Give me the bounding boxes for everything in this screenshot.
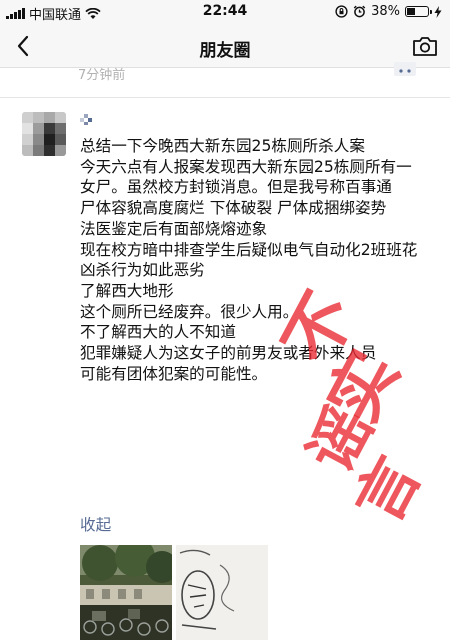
post-line: 总结一下今晚西大新东园25栋厕所杀人案 [80, 137, 365, 155]
divider [0, 97, 450, 98]
post-line: 了解西大地形 [80, 281, 174, 300]
post-line: 这个厕所已经废弃。很少人用。 [80, 302, 299, 321]
status-bar: 中国联通 22:44 38% [0, 0, 450, 24]
orientation-lock-icon [335, 5, 348, 18]
avatar[interactable] [22, 112, 66, 156]
battery-icon [405, 6, 432, 17]
nav-bar: 朋友圈 [0, 24, 450, 68]
nickname-mosaic[interactable] [78, 110, 98, 128]
collapse-link[interactable]: 收起 [80, 513, 111, 535]
post-line: 犯罪嫌疑人为这女子的前男友或者外来人员 [80, 344, 377, 363]
post-line: 尸体容貌高度腐烂 下体破裂 尸体成捆绑姿势 [80, 199, 387, 218]
post-line: 凶杀行为如此恶劣 [80, 261, 205, 280]
battery-percent: 38% [371, 4, 400, 19]
previous-post: 7分钟前 [0, 62, 450, 98]
charging-icon [434, 5, 442, 18]
post-line: 法医鉴定后有面部烧熔迹象 [80, 219, 268, 238]
post-text: 总结一下今晚西大新东园25栋厕所杀人案今天六点有人报案发现西大新东园25栋厕所有… [80, 136, 425, 384]
post-line: 不了解西大的人不知道 [80, 323, 236, 342]
page-title: 朋友圈 [199, 41, 251, 61]
alarm-icon [353, 5, 366, 18]
post-line: 现在校方暗中排查学生后疑似电气自动化2班班花 [80, 240, 418, 259]
post-line: 今天六点有人报案发现西大新东园25栋厕所有一女尸。虽然校方封锁消息。但是我号称百… [80, 157, 412, 197]
status-right: 38% [335, 4, 442, 19]
post-line: 可能有团体犯案的可能性。 [80, 364, 268, 383]
post-image-campus[interactable] [80, 545, 172, 640]
post-image-handwriting[interactable] [176, 545, 268, 640]
camera-icon[interactable] [412, 34, 438, 58]
previous-post-time: 7分钟前 [78, 68, 126, 83]
more-options-icon[interactable] [394, 62, 416, 76]
